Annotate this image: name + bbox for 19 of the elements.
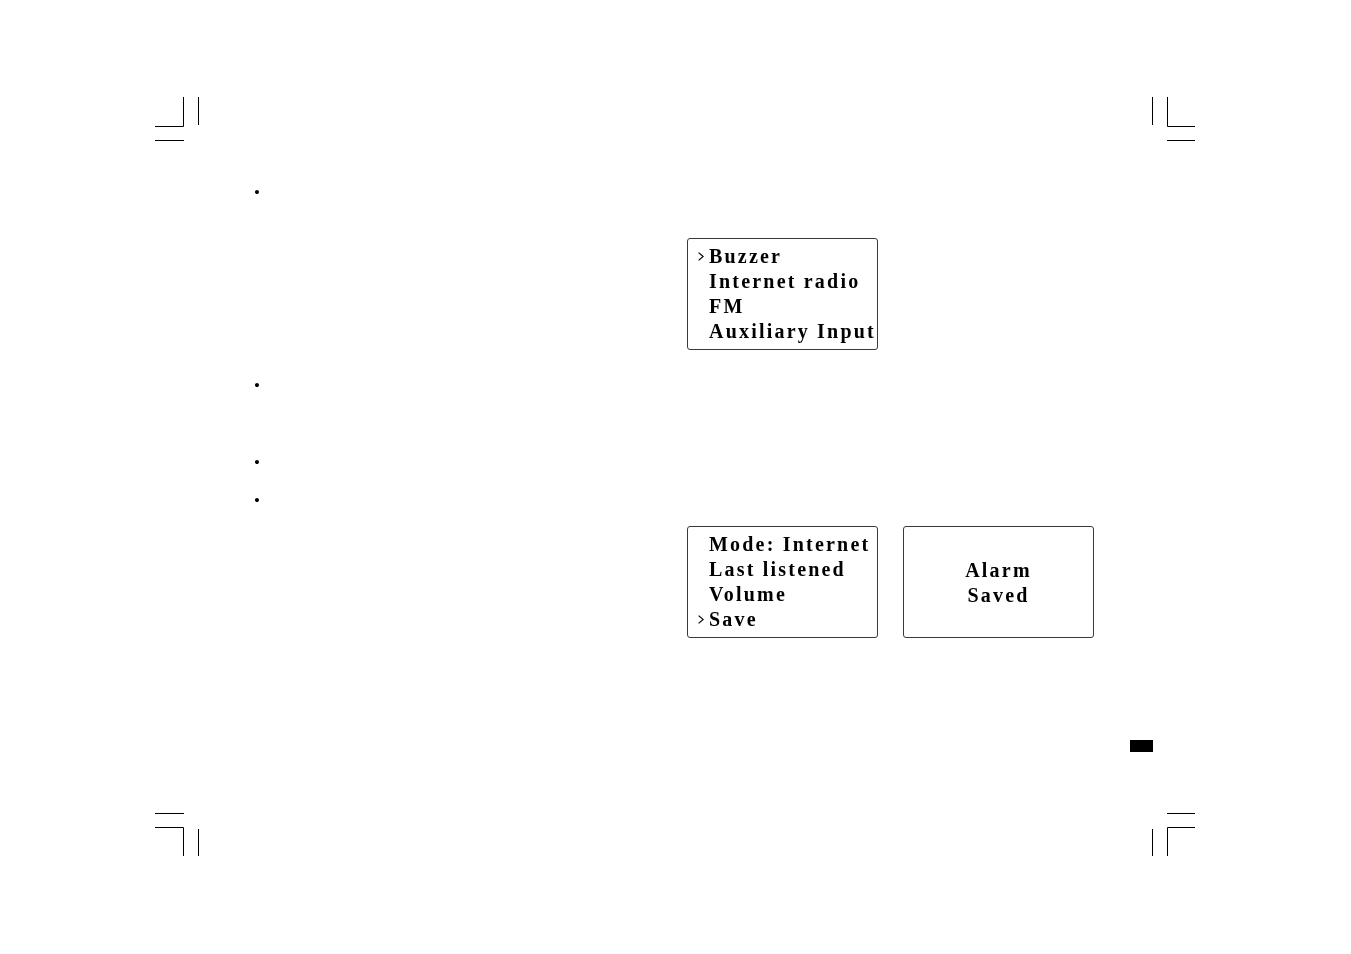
bullet-mark: • [254, 453, 260, 473]
message-text: Alarm [965, 558, 1032, 583]
lcd-menu-text: Auxiliary Input [709, 319, 876, 344]
lcd-menu-text: Last listened [709, 557, 846, 582]
crop-mark-icon [154, 813, 199, 857]
lcd-menu-text: Buzzer [709, 244, 783, 269]
lcd-menu-text: Internet radio [709, 269, 861, 294]
message-text: Saved [967, 583, 1030, 608]
bullet-mark: • [254, 183, 260, 203]
lcd-menu-text: Volume [709, 582, 788, 607]
lcd-menu-text: FM [709, 294, 745, 319]
crop-mark-icon [154, 96, 199, 141]
lcd-menu-text: Save [709, 607, 758, 632]
crop-mark-icon [1152, 96, 1196, 141]
crop-mark-icon [1152, 813, 1196, 857]
bullet-mark: • [254, 376, 260, 396]
lcd-menu-text: Mode: Internet [709, 532, 871, 557]
page-marker-icon [1130, 740, 1153, 752]
bullet-mark: • [254, 491, 260, 511]
